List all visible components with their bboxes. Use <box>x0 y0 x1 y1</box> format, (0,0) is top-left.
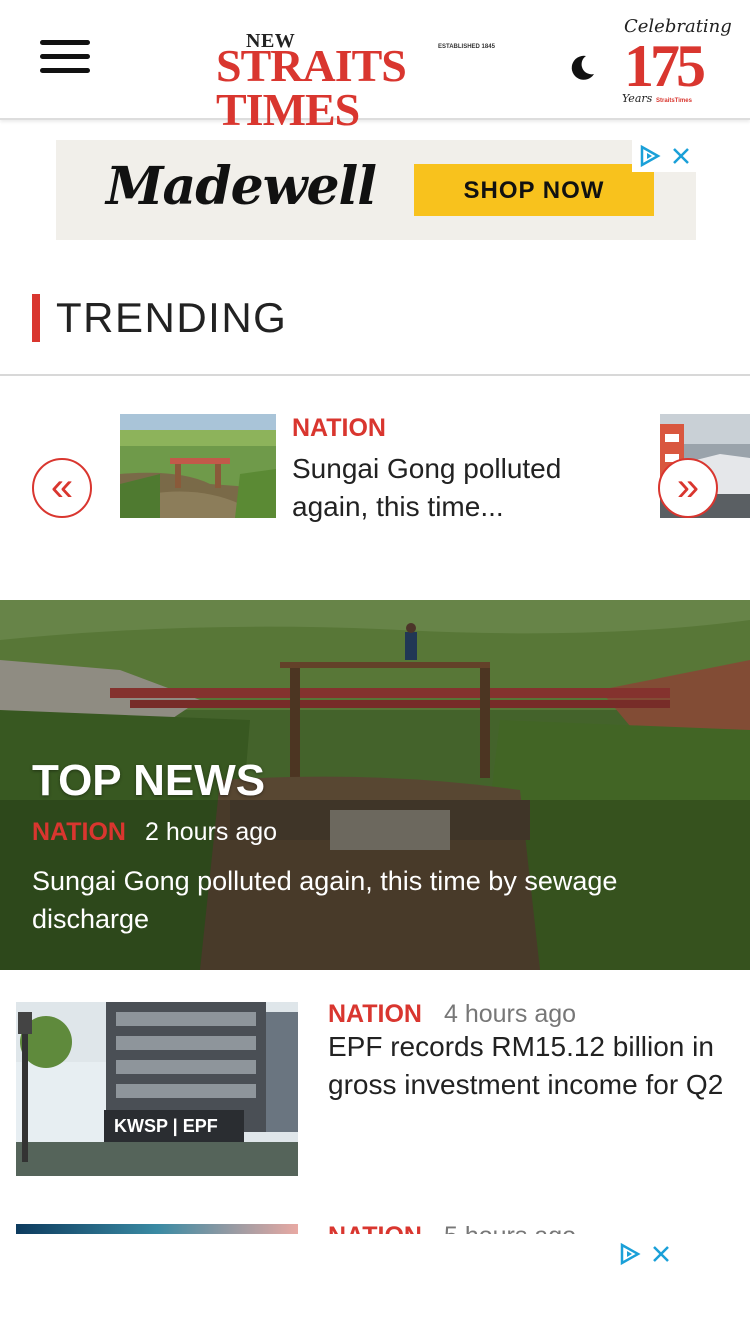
top-news-title[interactable]: Sungai Gong polluted again, this time by… <box>32 862 712 938</box>
trending-category[interactable]: NATION <box>292 414 386 443</box>
trending-title[interactable]: Sungai Gong polluted again, this time... <box>292 450 612 526</box>
banner-ad[interactable]: Madewell SHOP NOW <box>56 140 696 240</box>
trending-heading: TRENDING <box>56 294 288 341</box>
bottom-ad-choices <box>612 1238 676 1270</box>
carousel-prev-button[interactable]: « <box>32 458 92 518</box>
ad-brand: Madewell <box>106 156 377 217</box>
epf-sign-text: KWSP | EPF <box>114 1116 218 1136</box>
menu-icon[interactable] <box>40 40 90 74</box>
article-category[interactable]: NATION <box>328 1000 422 1029</box>
badge-number: 175 <box>624 33 706 99</box>
badge-years: Years <box>622 92 653 105</box>
top-news-time: 2 hours ago <box>145 818 278 846</box>
article-time: 4 hours ago <box>444 1000 577 1028</box>
adchoices-icon[interactable] <box>616 1241 642 1267</box>
article-thumbnail[interactable]: KWSP | EPF <box>16 1002 298 1176</box>
badge-brand: StraitsTimes <box>656 98 692 104</box>
trending-accent-bar <box>32 294 40 342</box>
section-divider <box>0 374 750 376</box>
bottom-banner-ad[interactable] <box>0 1234 750 1334</box>
top-news-category[interactable]: NATION <box>32 818 126 847</box>
dark-mode-icon[interactable] <box>566 52 598 84</box>
anniversary-badge: Celebrating 175 Years StraitsTimes <box>620 14 732 110</box>
shop-now-button[interactable]: SHOP NOW <box>414 164 654 216</box>
close-ad-icon[interactable] <box>670 145 692 167</box>
close-ad-icon[interactable] <box>650 1243 672 1265</box>
top-news-label: TOP NEWS <box>32 756 266 805</box>
adchoices-icon[interactable] <box>636 143 662 169</box>
trending-thumbnail[interactable] <box>120 414 276 518</box>
carousel-next-button[interactable]: » <box>658 458 718 518</box>
epf-building-image <box>16 1002 298 1176</box>
site-logo[interactable]: NEW ESTABLISHED 1845 STRAITS TIMES <box>216 30 536 133</box>
logo-straits-times: STRAITS TIMES <box>216 40 407 135</box>
ad-choices <box>632 140 696 172</box>
app-header: NEW ESTABLISHED 1845 STRAITS TIMES Celeb… <box>0 0 750 133</box>
article-title[interactable]: EPF records RM15.12 billion in gross inv… <box>328 1028 742 1104</box>
river-image <box>120 414 276 518</box>
